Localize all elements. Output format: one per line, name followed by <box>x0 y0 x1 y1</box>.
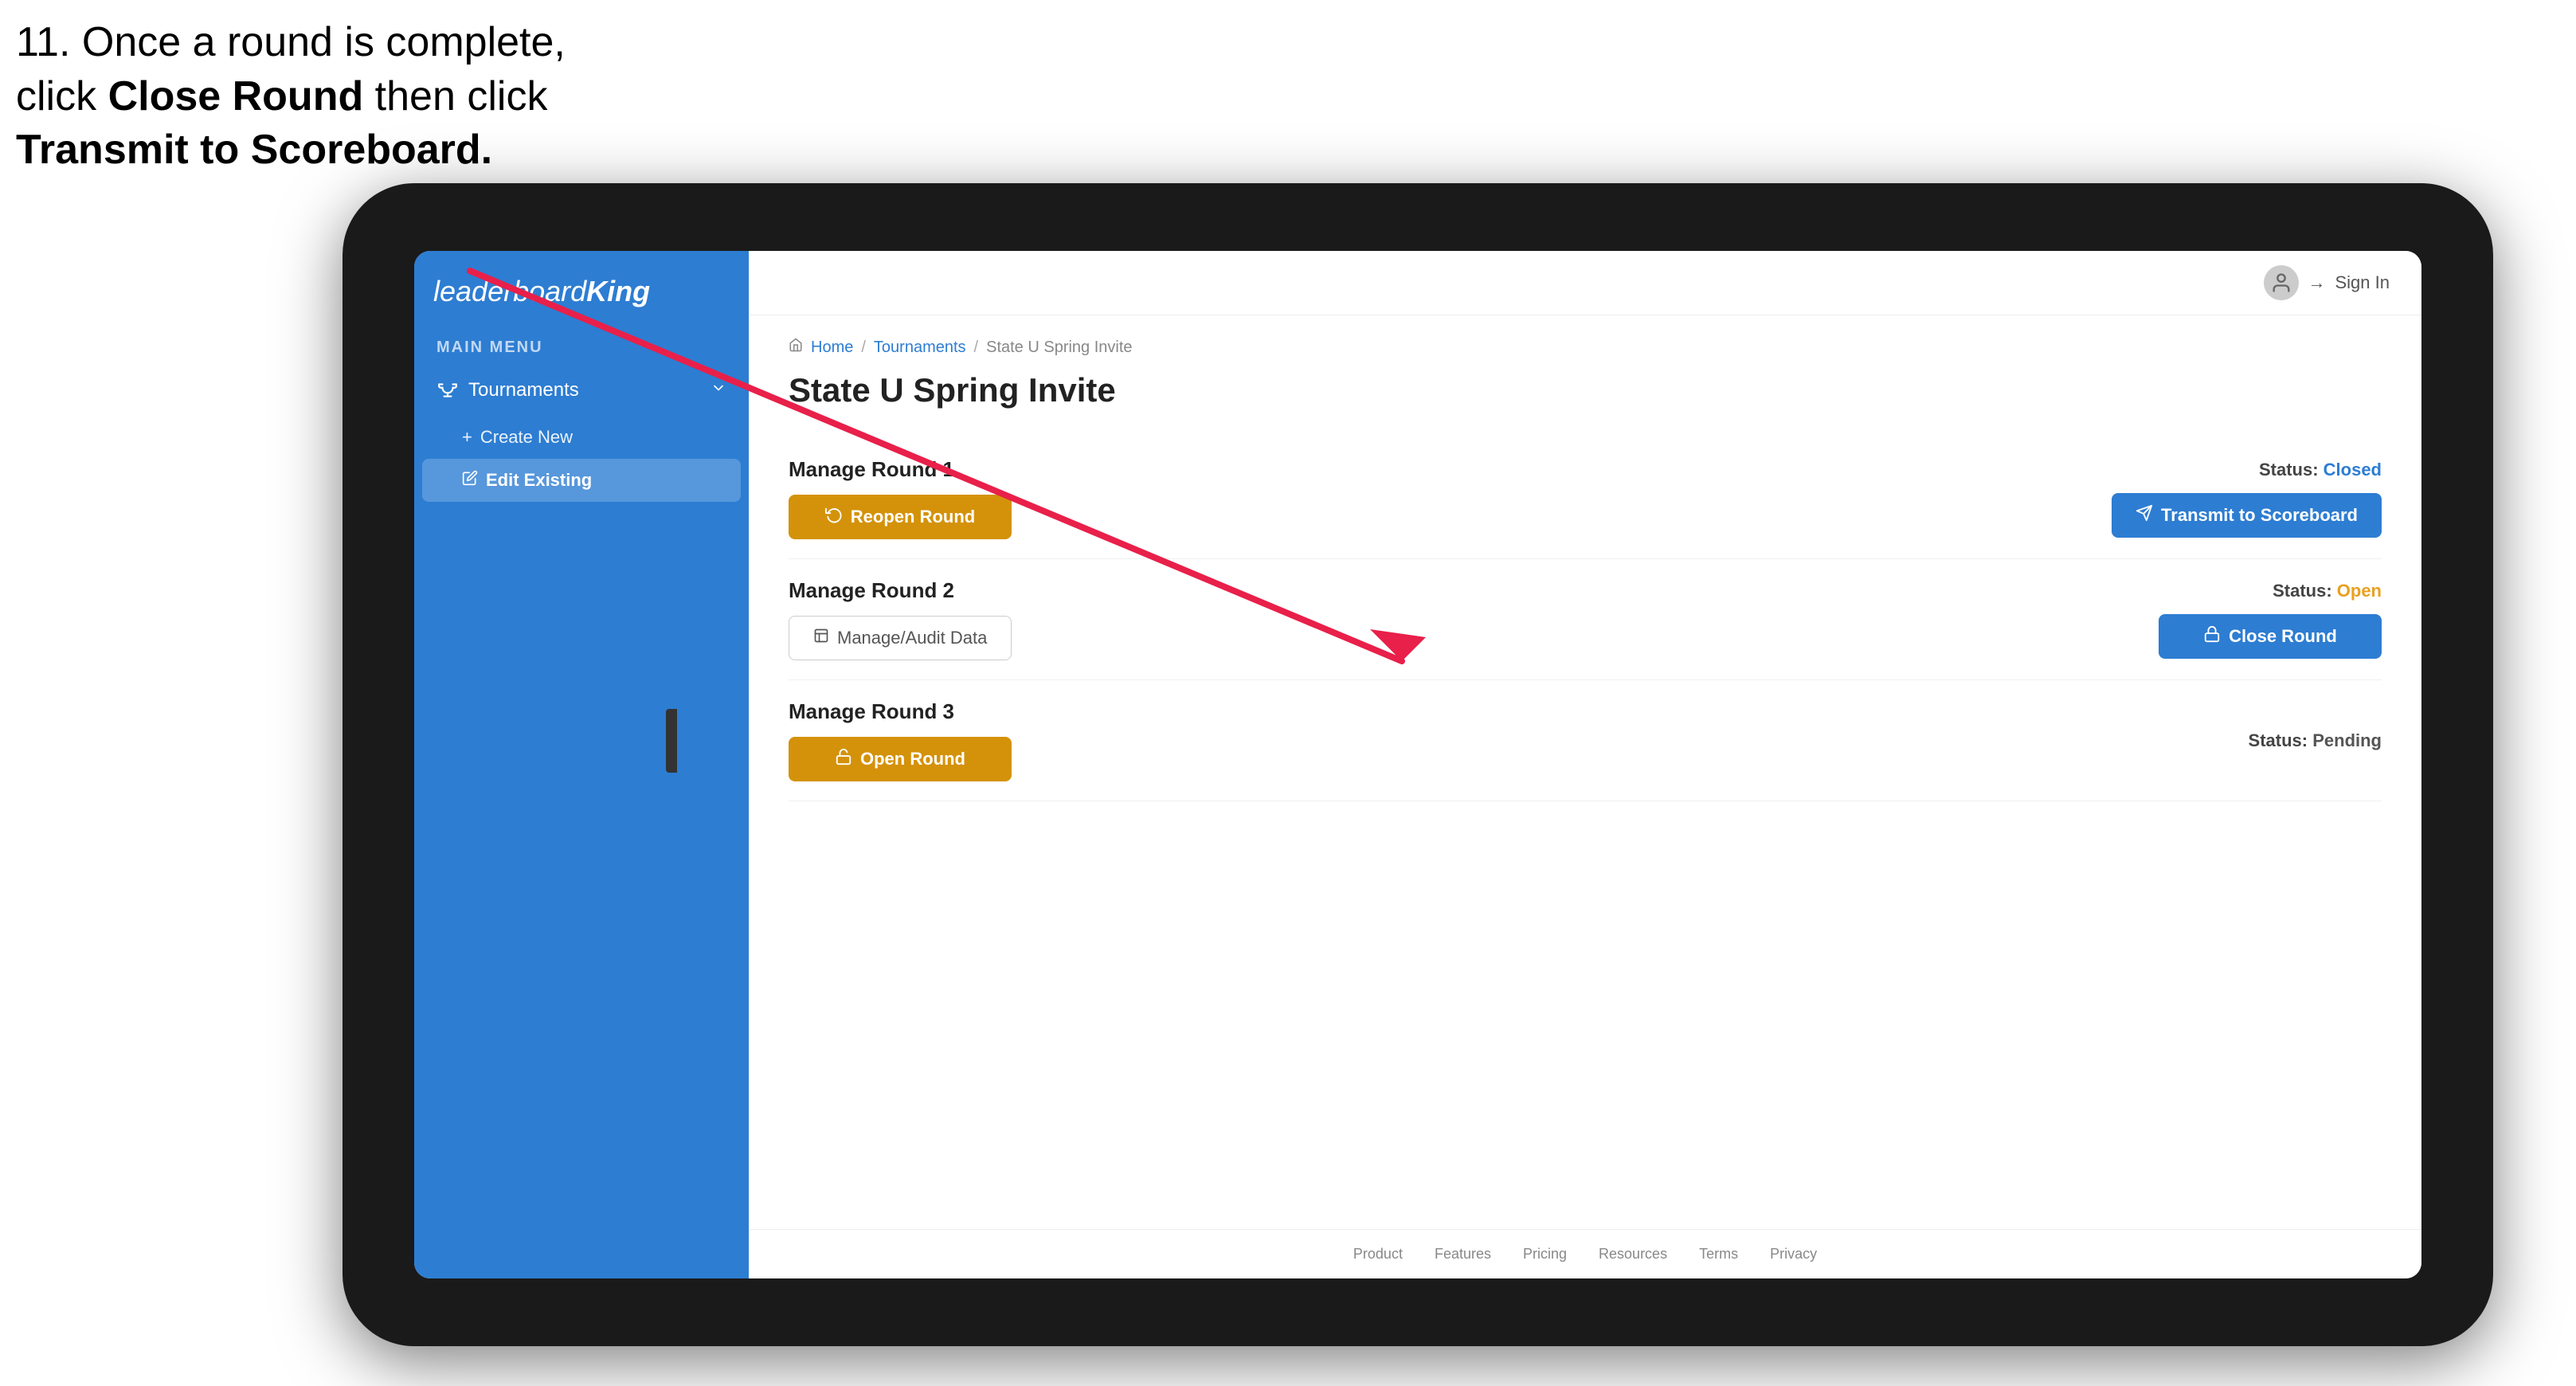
footer: Product Features Pricing Resources Terms… <box>749 1229 2421 1278</box>
chevron-down-icon <box>711 379 726 401</box>
footer-link-resources[interactable]: Resources <box>1599 1246 1667 1263</box>
avatar <box>2264 265 2299 300</box>
sign-in-area[interactable]: → Sign In <box>2264 265 2390 300</box>
sidebar-tournaments-label: Tournaments <box>468 379 579 401</box>
footer-link-features[interactable]: Features <box>1435 1246 1491 1263</box>
round-2-right: Status: Open Close Round <box>2159 581 2382 659</box>
manage-audit-data-button[interactable]: Manage/Audit Data <box>789 616 1012 660</box>
round-1-title: Manage Round 1 <box>789 457 1012 482</box>
instruction-bold2: Transmit to Scoreboard. <box>16 127 492 173</box>
instruction-bold1: Close Round <box>108 73 364 119</box>
round-3-status: Status: Pending <box>2249 730 2382 751</box>
tablet-side-button <box>666 709 677 773</box>
round-2-section: Manage Round 2 Manage/Audit Data <box>789 559 2382 680</box>
instruction-line3: then click <box>363 73 547 119</box>
breadcrumb-sep1: / <box>861 339 866 357</box>
close-round-icon <box>2203 625 2221 648</box>
instruction-block: 11. Once a round is complete, click Clos… <box>16 16 566 178</box>
edit-icon <box>462 470 478 491</box>
open-round-button[interactable]: Open Round <box>789 737 1012 781</box>
plus-icon: + <box>462 427 472 448</box>
sidebar-item-tournaments[interactable]: Tournaments <box>414 365 749 416</box>
page-title: State U Spring Invite <box>789 371 2382 409</box>
logo-king: King <box>586 275 650 307</box>
top-bar: → Sign In <box>749 251 2421 315</box>
round-1-status-value: Closed <box>2323 460 2382 480</box>
logo-leader: leaderboard <box>433 275 586 307</box>
main-menu-label: MAIN MENU <box>414 324 749 365</box>
round-2-title: Manage Round 2 <box>789 578 1012 603</box>
edit-existing-label: Edit Existing <box>486 470 592 491</box>
sidebar-item-create-new[interactable]: + Create New <box>414 416 749 459</box>
content-area: Home / Tournaments / State U Spring Invi… <box>749 315 2421 1229</box>
close-round-label: Close Round <box>2229 626 2337 647</box>
round-3-status-value: Pending <box>2312 730 2382 750</box>
trophy-icon <box>437 379 459 401</box>
footer-link-terms[interactable]: Terms <box>1699 1246 1738 1263</box>
nav-item-tournaments-left: Tournaments <box>437 379 579 401</box>
round-2-left: Manage Round 2 Manage/Audit Data <box>789 578 1012 660</box>
breadcrumb-home-icon <box>789 338 803 357</box>
reopen-round-button[interactable]: Reopen Round <box>789 495 1012 539</box>
sidebar: leaderboardKing MAIN MENU <box>414 251 749 1278</box>
sign-in-label: Sign In <box>2335 272 2390 293</box>
instruction-line1: 11. Once a round is complete, <box>16 19 566 65</box>
sidebar-sub-menu: + Create New Edit Existing <box>414 416 749 502</box>
instruction-line2: click <box>16 73 108 119</box>
footer-link-pricing[interactable]: Pricing <box>1523 1246 1567 1263</box>
round-3-right: Status: Pending <box>2249 730 2382 751</box>
breadcrumb-home-link[interactable]: Home <box>811 339 853 357</box>
transmit-icon <box>2136 504 2153 527</box>
round-1-left: Manage Round 1 Reopen Round <box>789 457 1012 539</box>
open-round-icon <box>835 748 852 770</box>
round-1-section: Manage Round 1 Reopen Round <box>789 438 2382 559</box>
footer-link-product[interactable]: Product <box>1353 1246 1403 1263</box>
round-3-title: Manage Round 3 <box>789 699 1012 724</box>
transmit-to-scoreboard-button[interactable]: Transmit to Scoreboard <box>2112 493 2382 538</box>
breadcrumb-current: State U Spring Invite <box>986 339 1132 357</box>
tablet-device: leaderboardKing MAIN MENU <box>343 183 2493 1346</box>
breadcrumb-sep2: / <box>974 339 979 357</box>
create-new-label: Create New <box>480 427 573 448</box>
logo-area: leaderboardKing <box>414 251 749 324</box>
open-round-label: Open Round <box>860 749 965 769</box>
main-content: → Sign In Home / Tournaments <box>749 251 2421 1278</box>
breadcrumb: Home / Tournaments / State U Spring Invi… <box>789 338 2382 357</box>
tablet-screen: leaderboardKing MAIN MENU <box>414 251 2421 1278</box>
sidebar-item-edit-existing[interactable]: Edit Existing <box>422 459 741 502</box>
reopen-round-label: Reopen Round <box>851 507 975 527</box>
close-round-button[interactable]: Close Round <box>2159 614 2382 659</box>
transmit-to-scoreboard-label: Transmit to Scoreboard <box>2161 505 2358 526</box>
sign-in-arrow-icon: → <box>2308 272 2326 293</box>
logo: leaderboardKing <box>433 275 650 308</box>
audit-icon <box>813 628 829 648</box>
round-2-status: Status: Open <box>2273 581 2382 601</box>
footer-link-privacy[interactable]: Privacy <box>1770 1246 1817 1263</box>
round-3-section: Manage Round 3 Open Round <box>789 680 2382 801</box>
round-1-right: Status: Closed Transmit to Scoreboard <box>2112 460 2382 538</box>
manage-audit-data-label: Manage/Audit Data <box>837 628 987 648</box>
round-1-status: Status: Closed <box>2259 460 2382 480</box>
round-3-left: Manage Round 3 Open Round <box>789 699 1012 781</box>
breadcrumb-tournaments-link[interactable]: Tournaments <box>874 339 966 357</box>
round-2-status-value: Open <box>2337 581 2382 601</box>
reopen-icon <box>825 506 843 528</box>
